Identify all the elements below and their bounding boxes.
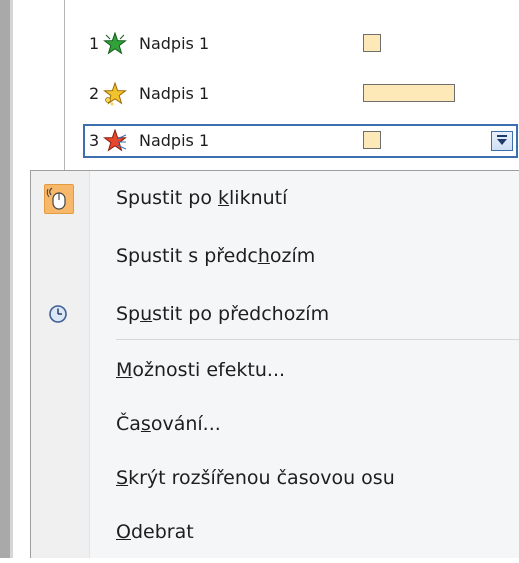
context-menu: Spustit po kliknutí Spustit s předchozím… bbox=[30, 170, 519, 558]
menu-item-label: Odebrat bbox=[116, 521, 194, 543]
menu-item-remove[interactable]: Odebrat bbox=[31, 505, 519, 563]
clock-icon bbox=[44, 300, 74, 330]
timing-bar[interactable] bbox=[363, 84, 455, 102]
animation-item-number: 3 bbox=[89, 131, 100, 150]
menu-item-label: Skrýt rozšířenou časovou osu bbox=[116, 467, 395, 489]
timing-bar[interactable] bbox=[363, 131, 381, 149]
animation-item-label: Nadpis 1 bbox=[139, 131, 210, 150]
menu-separator bbox=[116, 339, 519, 340]
star-green-icon bbox=[103, 32, 127, 55]
menu-item-label: Časování... bbox=[116, 413, 221, 435]
menu-item-label: Spustit s předchozím bbox=[116, 245, 316, 267]
star-red-fly-icon bbox=[103, 129, 127, 152]
animation-item-label: Nadpis 1 bbox=[139, 84, 210, 103]
menu-item-effect-options[interactable]: Možnosti efektu... bbox=[31, 343, 519, 401]
menu-item-label: Spustit po kliknutí bbox=[116, 187, 288, 209]
star-gold-sparkle-icon bbox=[103, 82, 127, 106]
menu-item-timing[interactable]: Časování... bbox=[31, 397, 519, 455]
mouse-click-icon bbox=[44, 184, 74, 214]
menu-item-start-with-previous[interactable]: Spustit s předchozím bbox=[31, 229, 519, 287]
menu-item-start-on-click[interactable]: Spustit po kliknutí bbox=[31, 171, 519, 229]
dropdown-button[interactable] bbox=[491, 131, 513, 151]
animation-item-1[interactable]: 1 Nadpis 1 bbox=[85, 26, 519, 62]
animation-item-2[interactable]: 2 Nadpis 1 bbox=[85, 76, 519, 112]
animation-item-number: 2 bbox=[89, 84, 100, 103]
animation-item-number: 1 bbox=[89, 34, 100, 53]
dropdown-bar-icon bbox=[497, 135, 507, 137]
menu-item-label: Spustit po předchozím bbox=[116, 303, 330, 325]
animation-item-label: Nadpis 1 bbox=[139, 34, 210, 53]
timing-bar[interactable] bbox=[363, 34, 381, 52]
menu-item-hide-advanced-timeline[interactable]: Skrýt rozšířenou časovou osu bbox=[31, 451, 519, 509]
animation-item-3[interactable]: 3 Nadpis 1 bbox=[83, 124, 518, 158]
menu-item-label: Možnosti efektu... bbox=[116, 359, 286, 381]
left-scroll-strip bbox=[0, 0, 13, 558]
chevron-down-icon bbox=[497, 139, 507, 145]
menu-item-start-after-previous[interactable]: Spustit po předchozím bbox=[31, 287, 519, 345]
animation-pane-list: 1 Nadpis 1 2 Nadpis 1 3 Nadpis 1 bbox=[64, 0, 519, 170]
